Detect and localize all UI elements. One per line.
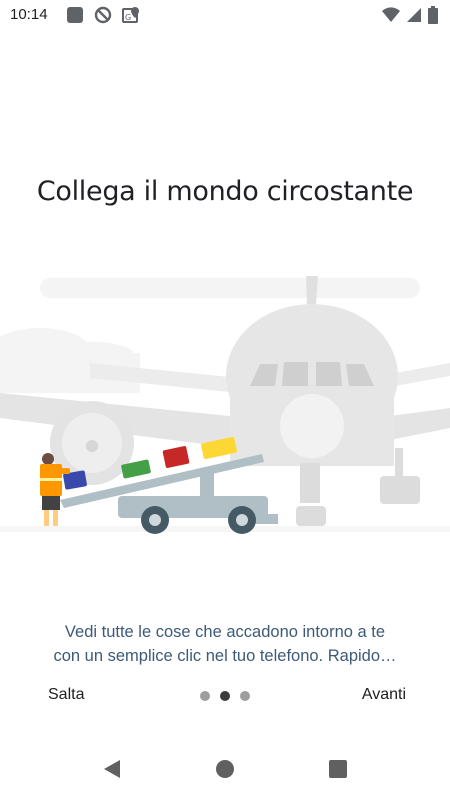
square-notification-icon — [66, 6, 84, 28]
airport-illustration — [0, 268, 450, 538]
no-entry-icon — [94, 6, 112, 28]
wifi-icon — [382, 7, 400, 27]
home-circle-icon[interactable] — [215, 758, 235, 784]
red-bag — [162, 446, 190, 468]
page-dot-1[interactable] — [200, 691, 210, 701]
plane-right-wing — [390, 408, 450, 440]
status-bar: 10:14 G — [0, 0, 450, 32]
page-title: Collega il mondo circostante — [36, 176, 414, 207]
system-navigation-bar — [0, 740, 450, 800]
recents-square-icon[interactable] — [328, 758, 348, 784]
page-indicator — [200, 691, 250, 701]
page-dot-2-active[interactable] — [220, 691, 230, 701]
back-triangle-icon[interactable] — [102, 758, 122, 784]
description-line-2: con un semplice clic nel tuo telefono. R… — [53, 647, 397, 665]
page-dot-3[interactable] — [240, 691, 250, 701]
description-line-1: Vedi tutte le cose che accadono intorno … — [64, 623, 386, 641]
svg-text:G: G — [125, 13, 131, 22]
location-card-icon: G — [122, 6, 140, 28]
plane-tail — [306, 276, 318, 304]
onboarding-description: Vedi tutte le cose che accadono intorno … — [20, 620, 430, 668]
signal-icon — [406, 7, 422, 27]
skip-button[interactable]: Salta — [48, 686, 84, 704]
status-time: 10:14 — [10, 6, 48, 23]
battery-icon — [428, 6, 438, 28]
next-button[interactable]: Avanti — [362, 686, 406, 704]
plane-nose — [280, 394, 344, 458]
